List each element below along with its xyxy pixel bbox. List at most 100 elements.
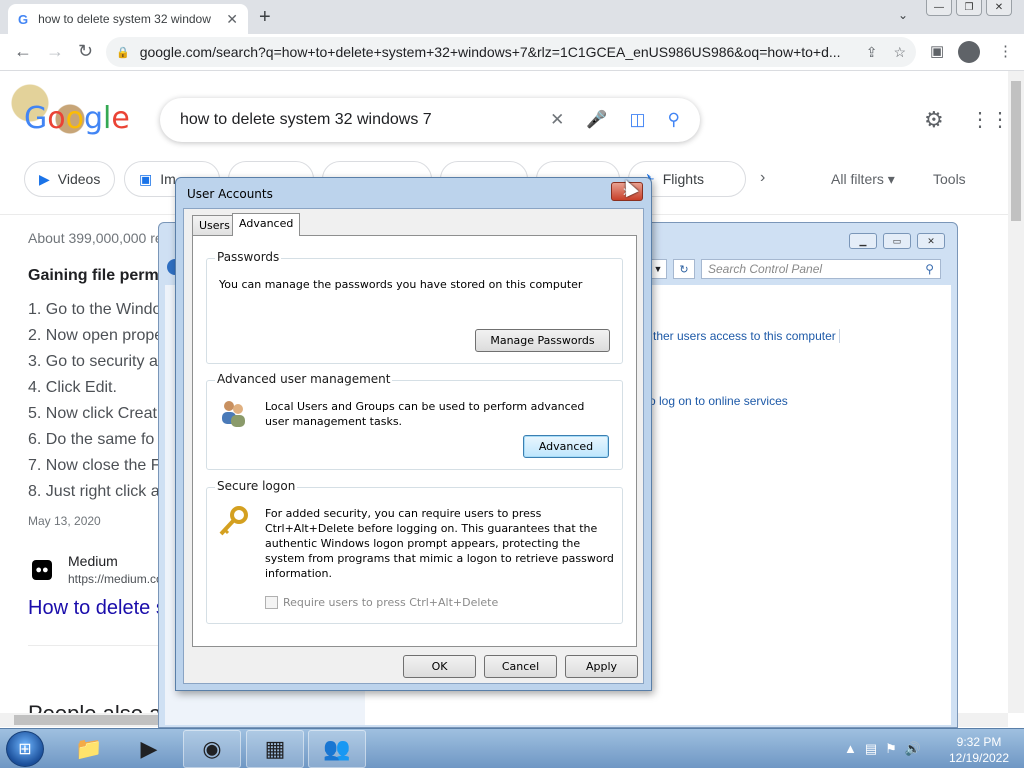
snippet-date: May 13, 2020: [28, 514, 101, 528]
chrome-taskbar-icon[interactable]: ◉: [183, 730, 241, 768]
search-icon[interactable]: ⚲: [668, 110, 680, 130]
media-player-taskbar-icon[interactable]: ▶: [120, 730, 178, 768]
restore-icon[interactable]: ❐: [956, 0, 982, 16]
link-separator: [839, 329, 840, 343]
lock-icon: 🔒: [116, 46, 130, 59]
start-button[interactable]: ⊞: [6, 731, 44, 767]
secure-logon-description: For added security, you can require user…: [265, 507, 614, 580]
clock-time: 9:32 PM: [956, 735, 1002, 749]
network-icon[interactable]: ▤: [865, 741, 877, 757]
google-favicon-icon: G: [18, 11, 29, 27]
back-arrow-icon[interactable]: ←: [14, 41, 32, 62]
user-accounts-taskbar-icon[interactable]: 👥: [308, 730, 366, 768]
google-logo[interactable]: Google: [24, 101, 130, 136]
vertical-scrollbar[interactable]: [1008, 71, 1024, 713]
search-box[interactable]: how to delete system 32 windows 7 ✕ 🎤 ◫ …: [160, 98, 700, 142]
chip-videos[interactable]: ▶ Videos: [24, 161, 116, 197]
list-item: 5. Now click Creat: [28, 405, 157, 422]
tab-close-icon[interactable]: ✕: [226, 11, 238, 28]
cancel-button[interactable]: Cancel: [484, 655, 557, 678]
explorer-taskbar-icon[interactable]: 📁: [60, 730, 118, 768]
search-query[interactable]: how to delete system 32 windows 7: [180, 111, 528, 129]
cp-window-controls: ▁ ▭ ✕: [849, 233, 945, 249]
browser-tab[interactable]: G how to delete system 32 window ✕: [8, 4, 248, 34]
online-services-link[interactable]: o log on to online services: [649, 394, 788, 408]
control-panel-search[interactable]: Search Control Panel ⚲: [701, 259, 941, 279]
reload-icon[interactable]: ↻: [78, 41, 93, 62]
group-label: Passwords: [215, 250, 282, 264]
medium-logo-icon: ●●: [32, 560, 52, 580]
cp-maximize-icon[interactable]: ▭: [883, 233, 911, 249]
system-tray: ▲ ▤ ⚑ 🔊: [844, 741, 921, 757]
microphone-icon[interactable]: 🎤: [586, 110, 607, 130]
volume-icon[interactable]: 🔊: [905, 741, 921, 757]
source-url: https://medium.co: [68, 572, 163, 586]
cp-minimize-icon[interactable]: ▁: [849, 233, 877, 249]
settings-gear-icon[interactable]: ⚙: [924, 107, 944, 133]
image-icon: ▣: [139, 170, 153, 187]
list-item: 3. Go to security a: [28, 353, 158, 370]
side-panel-icon[interactable]: ▣: [930, 42, 944, 60]
advanced-description: Local Users and Groups can be used to pe…: [265, 400, 585, 428]
manage-passwords-button[interactable]: Manage Passwords: [475, 329, 610, 352]
forward-arrow-icon[interactable]: →: [46, 41, 64, 62]
advanced-user-management-group: Advanced user management Local Users and…: [206, 372, 623, 470]
tab-advanced[interactable]: Advanced: [232, 213, 301, 236]
all-filters-button[interactable]: All filters ▾: [831, 171, 895, 188]
cp-close-icon[interactable]: ✕: [917, 233, 945, 249]
tab-search-chevron-icon[interactable]: ⌄: [898, 8, 908, 22]
play-icon: ▶: [39, 170, 50, 187]
camera-icon[interactable]: ◫: [629, 110, 645, 130]
browser-toolbar: ← → ↻ 🔒 google.com/search?q=how+to+delet…: [0, 34, 1024, 71]
chevron-right-icon[interactable]: ›: [760, 169, 765, 187]
dialog-title: User Accounts: [187, 187, 273, 201]
manage-access-link[interactable]: ther users access to this computer: [653, 329, 836, 343]
control-panel-taskbar-icon[interactable]: ▦: [246, 730, 304, 768]
url-text: google.com/search?q=how+to+delete+system…: [139, 44, 841, 60]
people-also-ask-heading: People also a: [28, 701, 161, 713]
address-bar[interactable]: 🔒 google.com/search?q=how+to+delete+syst…: [106, 37, 916, 67]
advanced-tab-panel: Passwords You can manage the passwords y…: [192, 235, 637, 647]
new-tab-icon[interactable]: +: [259, 6, 271, 29]
ok-button[interactable]: OK: [403, 655, 476, 678]
passwords-description: You can manage the passwords you have st…: [219, 278, 583, 291]
list-item: 6. Do the same fo: [28, 431, 155, 448]
clear-icon[interactable]: ✕: [550, 110, 564, 130]
group-label: Secure logon: [215, 479, 298, 493]
source-name: Medium: [68, 553, 118, 569]
share-icon[interactable]: ⇪: [866, 44, 878, 61]
refresh-icon[interactable]: ↻: [673, 259, 695, 279]
search-icon[interactable]: ⚲: [925, 262, 934, 276]
tab-title: how to delete system 32 window: [38, 12, 211, 26]
advanced-button[interactable]: Advanced: [523, 435, 609, 458]
minimize-icon[interactable]: —: [926, 0, 952, 16]
action-center-icon[interactable]: ⚑: [885, 741, 897, 757]
featured-snippet-heading: Gaining file perm: [28, 267, 159, 284]
window-close-icon[interactable]: ✕: [986, 0, 1012, 16]
list-item: 7. Now close the F: [28, 457, 161, 474]
taskbar: ⊞ 📁 ▶ ◉ ▦ 👥 ▲ ▤ ⚑ 🔊 9:32 PM 12/19/2022: [0, 728, 1024, 768]
cp-address-row: ▼ ↻ Search Control Panel ⚲: [649, 259, 941, 279]
tab-users[interactable]: Users: [192, 215, 237, 235]
clock[interactable]: 9:32 PM 12/19/2022: [944, 734, 1014, 766]
scrollbar-thumb[interactable]: [1011, 81, 1021, 221]
result-stats: About 399,000,000 re: [28, 230, 163, 246]
checkbox-box[interactable]: [265, 596, 278, 609]
clock-date: 12/19/2022: [948, 751, 1010, 765]
apps-grid-icon[interactable]: ⋮⋮⋮: [970, 107, 1008, 132]
menu-kebab-icon[interactable]: ⋮: [998, 42, 1013, 60]
show-hidden-icons-icon[interactable]: ▲: [844, 741, 857, 757]
user-accounts-dialog[interactable]: User Accounts ✕ Users Advanced Passwords…: [175, 176, 652, 691]
profile-avatar[interactable]: [958, 41, 980, 63]
result-title-link[interactable]: How to delete s: [28, 597, 166, 620]
tools-button[interactable]: Tools: [933, 171, 966, 187]
list-item: 4. Click Edit.: [28, 379, 117, 396]
checkbox-label: Require users to press Ctrl+Alt+Delete: [283, 596, 499, 609]
bookmark-star-icon[interactable]: ☆: [893, 44, 906, 61]
list-item: 1. Go to the Windo: [28, 301, 162, 318]
require-ctrl-alt-delete-checkbox[interactable]: Require users to press Ctrl+Alt+Delete: [265, 596, 498, 609]
apply-button[interactable]: Apply: [565, 655, 638, 678]
users-icon: [222, 401, 245, 427]
list-item: 8. Just right click a: [28, 483, 160, 500]
window-controls: — ❐ ✕: [926, 0, 1012, 16]
